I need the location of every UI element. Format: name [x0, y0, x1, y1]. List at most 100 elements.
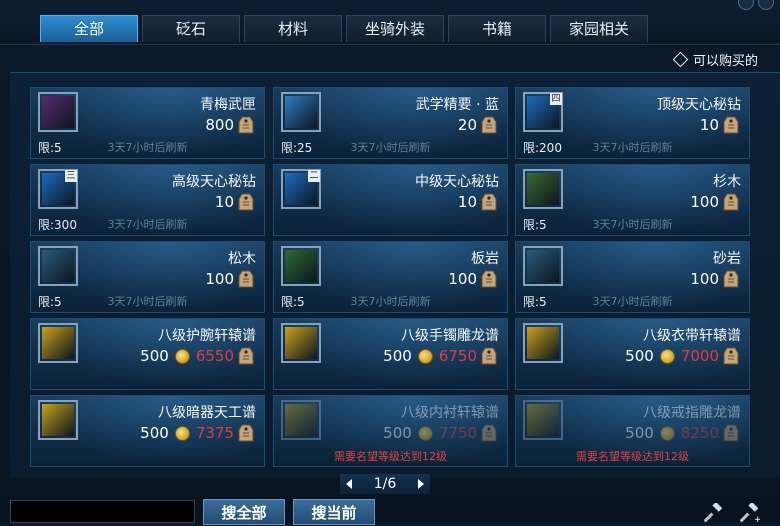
price-value: 100: [690, 270, 719, 288]
price-value: 500: [140, 347, 169, 365]
price-value: 10: [457, 193, 477, 211]
item-card[interactable]: 八级手镯雕龙谱 500 6750: [273, 318, 508, 390]
item-name: 八级内衬轩辕谱: [401, 405, 499, 421]
item-price: 500 6550: [140, 347, 234, 365]
item-price: 100: [690, 270, 719, 288]
item-card[interactable]: 三高级天心秘钻 10 限:300 3天7小时后刷新: [30, 164, 265, 236]
search-all-button[interactable]: 搜全部: [203, 499, 285, 525]
icon-fill: [42, 250, 74, 282]
token-tag-icon: [723, 193, 739, 211]
token-tag-icon: [481, 424, 497, 442]
book-icon: [523, 400, 563, 440]
item-card[interactable]: 杉木 100 限:5 3天7小时后刷新: [515, 164, 750, 236]
reputation-cost: 6550: [195, 347, 234, 365]
icon-fill: [285, 404, 317, 436]
price-value: 500: [140, 424, 169, 442]
item-price: 20: [458, 116, 477, 134]
token-tag-icon: [238, 347, 254, 365]
item-card[interactable]: 二 中级天心秘钻 10: [273, 164, 508, 236]
item-price: 100: [205, 270, 234, 288]
tab-2[interactable]: 材料: [244, 15, 342, 42]
filter-label: 可以购买的: [692, 54, 758, 69]
wood-icon: [38, 246, 78, 286]
item-card[interactable]: 八级护腕轩辕谱 500 6550: [30, 318, 265, 390]
item-price: 10: [215, 193, 234, 211]
token-tag-icon: [238, 116, 254, 134]
item-card[interactable]: 砂岩 100 限:5 3天7小时后刷新: [515, 241, 750, 313]
icon-fill: [285, 250, 317, 282]
token-tag-icon: [723, 116, 739, 134]
item-card[interactable]: 松木 100 限:5 3天7小时后刷新: [30, 241, 265, 313]
reputation-cost: 7000: [680, 347, 719, 365]
hammer-plus-icon[interactable]: +: [740, 503, 760, 523]
item-card[interactable]: 八级戒指雕龙谱 500 8250 需要名望等级达到12级: [515, 395, 750, 467]
price-value: 10: [699, 116, 719, 134]
help-button[interactable]: [738, 0, 754, 10]
price-value: 100: [205, 270, 234, 288]
item-name: 板岩: [471, 251, 499, 267]
tabs: 全部 砭石 材料 坐骑外装 书籍 家园相关: [40, 15, 648, 42]
item-name: 八级手镯雕龙谱: [401, 328, 499, 344]
price-value: 500: [383, 424, 412, 442]
book-icon: [281, 400, 321, 440]
icon-fill: [42, 327, 74, 359]
item-card[interactable]: 四顶级天心秘钻 10 限:200 3天7小时后刷新: [515, 87, 750, 159]
item-name: 青梅武匣: [200, 97, 256, 113]
book-icon: [281, 323, 321, 363]
requirement-warning: 需要名望等级达到12级: [576, 450, 689, 463]
coin-icon: [174, 425, 190, 441]
price-value: 10: [214, 193, 234, 211]
icon-fill: [527, 250, 559, 282]
tab-4[interactable]: 书籍: [448, 15, 546, 42]
prev-page-icon[interactable]: [345, 479, 352, 489]
refresh-timer: 3天7小时后刷新: [592, 141, 673, 154]
icon-fill: [285, 96, 317, 128]
token-tag-icon: [481, 116, 497, 134]
tab-1[interactable]: 砭石: [142, 15, 240, 42]
pagination: 1/6: [340, 474, 430, 494]
page-indicator: 1/6: [373, 476, 397, 492]
icon-fill: [285, 327, 317, 359]
book-icon: [38, 323, 78, 363]
tab-0[interactable]: 全部: [40, 15, 138, 42]
price-value: 800: [205, 116, 234, 134]
coin-icon: [417, 348, 433, 364]
item-card[interactable]: 板岩 100 限:5 3天7小时后刷新: [273, 241, 508, 313]
item-name: 顶级天心秘钻: [657, 97, 741, 113]
svg-text:+: +: [754, 515, 760, 523]
coin-icon: [417, 425, 433, 441]
search-input[interactable]: [10, 500, 195, 523]
filter-purchasable[interactable]: 可以购买的: [672, 50, 758, 69]
tier-badge: 四: [550, 93, 562, 105]
item-price: 10: [458, 193, 477, 211]
next-page-icon[interactable]: [418, 479, 425, 489]
coin-icon: [174, 348, 190, 364]
item-price: 100: [448, 270, 477, 288]
stone-icon: [523, 246, 563, 286]
refresh-timer: 3天7小时后刷新: [107, 218, 188, 231]
tab-3[interactable]: 坐骑外装: [346, 15, 444, 42]
item-card[interactable]: 八级衣带轩辕谱 500 7000: [515, 318, 750, 390]
price-value: 500: [625, 424, 654, 442]
item-card[interactable]: 武学精要 · 蓝 20 限:25 3天7小时后刷新: [273, 87, 508, 159]
close-button[interactable]: [758, 0, 774, 10]
icon-fill: [527, 173, 559, 205]
item-name: 八级暗器天工谱: [158, 405, 256, 421]
stone-icon: [281, 246, 321, 286]
search-current-button[interactable]: 搜当前: [293, 499, 375, 525]
tier-badge: 二: [308, 170, 320, 182]
item-price: 100: [690, 193, 719, 211]
hammer-icon[interactable]: [704, 503, 724, 523]
item-price: 500 8250: [625, 424, 719, 442]
item-card[interactable]: 青梅武匣 800 限:5 3天7小时后刷新: [30, 87, 265, 159]
item-card[interactable]: 八级暗器天工谱 500 7375: [30, 395, 265, 467]
tab-5[interactable]: 家园相关: [550, 15, 648, 42]
diamond-checkbox-icon[interactable]: [672, 51, 689, 68]
token-tag-icon: [481, 347, 497, 365]
price-value: 100: [690, 193, 719, 211]
item-card[interactable]: 八级内衬轩辕谱 500 7750 需要名望等级达到12级: [273, 395, 508, 467]
gem-icon: 四: [523, 92, 563, 132]
item-price: 500 7000: [625, 347, 719, 365]
book-icon: [38, 400, 78, 440]
refresh-timer: 3天7小时后刷新: [350, 295, 431, 308]
